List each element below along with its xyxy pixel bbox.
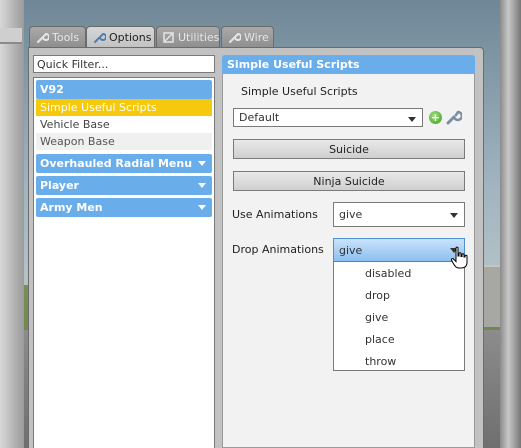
category-header-v92[interactable]: V92	[36, 80, 212, 99]
preset-select[interactable]: Default	[233, 108, 423, 127]
chevron-down-icon	[408, 117, 416, 122]
wrench-icon	[227, 31, 241, 45]
menu-item-label: drop	[365, 288, 390, 302]
tab-label: Tools	[52, 31, 80, 44]
tab-label: Utilities	[178, 31, 220, 44]
drop-animations-value: give	[339, 243, 363, 257]
panel-title: Simple Useful Scripts	[227, 58, 360, 71]
chevron-down-icon	[450, 213, 458, 218]
menu-item-label: disabled	[365, 266, 412, 280]
menu-item-label: give	[365, 310, 389, 324]
hand-cursor-icon	[450, 246, 468, 269]
plus-icon: +	[430, 111, 441, 124]
suicide-button[interactable]: Suicide	[233, 139, 465, 159]
preset-value: Default	[239, 111, 280, 124]
category-title: Overhauled Radial Menu	[40, 157, 193, 170]
drop-animations-menu: disabled drop give place throw	[333, 261, 465, 371]
tab-wire[interactable]: Wire	[221, 26, 274, 48]
category-header-player[interactable]: Player	[36, 176, 212, 195]
add-preset-button[interactable]: +	[429, 111, 442, 124]
drop-animations-select[interactable]: give	[333, 238, 465, 262]
list-item-label: Vehicle Base	[40, 118, 110, 131]
tab-label: Options	[109, 31, 152, 44]
wrench-icon	[35, 31, 49, 45]
menu-item-disabled[interactable]: disabled	[334, 262, 464, 284]
use-animations-label: Use Animations	[232, 208, 318, 221]
list-item-simple-useful-scripts[interactable]: Simple Useful Scripts	[36, 99, 212, 116]
panel-subtitle: Simple Useful Scripts	[241, 85, 358, 98]
tab-options[interactable]: Options	[86, 26, 155, 48]
menu-item-label: throw	[365, 354, 397, 368]
chevron-down-icon	[198, 161, 206, 166]
tab-utilities[interactable]: Utilities	[156, 26, 220, 48]
category-title: Army Men	[40, 201, 103, 214]
tower	[0, 0, 24, 448]
wrench-icon[interactable]	[445, 109, 462, 126]
quick-filter-input[interactable]	[33, 55, 215, 73]
drop-animations-label: Drop Animations	[232, 243, 324, 256]
menu-item-throw[interactable]: throw	[334, 350, 464, 372]
chevron-down-icon	[198, 205, 206, 210]
ninja-suicide-button[interactable]: Ninja Suicide	[233, 171, 465, 191]
chevron-down-icon	[198, 183, 206, 188]
menu-item-label: place	[365, 332, 395, 346]
category-title: V92	[40, 83, 64, 96]
post	[500, 0, 521, 448]
utilities-icon	[162, 31, 175, 45]
list-item-vehicle-base[interactable]: Vehicle Base	[36, 116, 212, 133]
use-animations-value: give	[339, 208, 363, 221]
tab-label: Wire	[244, 31, 269, 44]
menu-item-drop[interactable]: drop	[334, 284, 464, 306]
list-item-label: Simple Useful Scripts	[40, 101, 157, 114]
tab-tools[interactable]: Tools	[29, 26, 86, 48]
category-title: Player	[40, 179, 79, 192]
list-item-label: Weapon Base	[40, 135, 115, 148]
list-item-weapon-base[interactable]: Weapon Base	[36, 133, 212, 150]
menu-item-give[interactable]: give	[334, 306, 464, 328]
category-header-overhauled-radial-menu[interactable]: Overhauled Radial Menu	[36, 154, 212, 173]
category-items: Simple Useful Scripts Vehicle Base Weapo…	[36, 99, 212, 152]
wrench-icon	[92, 31, 106, 45]
menu-item-place[interactable]: place	[334, 328, 464, 350]
panel-header: Simple Useful Scripts	[222, 55, 475, 74]
tower-cap	[0, 28, 22, 44]
category-list[interactable]: V92 Simple Useful Scripts Vehicle Base W…	[33, 77, 215, 448]
category-header-army-men[interactable]: Army Men	[36, 198, 212, 217]
use-animations-select[interactable]: give	[333, 202, 465, 227]
